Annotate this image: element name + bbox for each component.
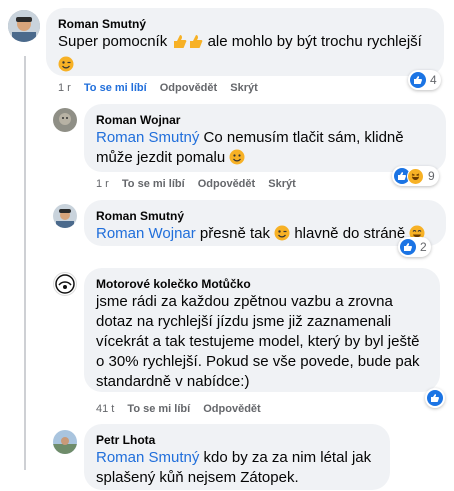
thread-line: [24, 56, 26, 470]
mention-link[interactable]: Roman Wojnar: [96, 225, 196, 242]
thumbs-up-emoji-icon: [171, 33, 187, 55]
reaction-count: 9: [428, 169, 435, 183]
reaction-count: 2: [420, 240, 427, 254]
comment-bubble: Roman Smutný Super pomocník ale mohlo by…: [46, 8, 444, 76]
avatar[interactable]: [53, 204, 77, 228]
avatar-photo-icon: [8, 10, 40, 42]
page-logo-icon: [55, 274, 75, 294]
thumbs-up-emoji-icon: [187, 33, 203, 55]
reaction-summary[interactable]: 4: [408, 70, 441, 90]
wink-emoji-icon: [58, 56, 74, 78]
comment-bubble: Roman Smutný Roman Wojnar přesně tak hla…: [84, 200, 446, 246]
like-icon: [400, 239, 416, 255]
comment-author[interactable]: Petr Lhota: [96, 432, 378, 448]
like-icon: [427, 390, 443, 406]
like-button[interactable]: To se mi líbí: [84, 82, 147, 94]
reaction-count: 4: [430, 73, 437, 87]
comment-text: Roman Smutný kdo by za za nim létal jak …: [96, 449, 372, 486]
reply-button[interactable]: Odpovědět: [203, 403, 260, 415]
mention-link[interactable]: Roman Smutný: [96, 129, 199, 146]
reaction-summary[interactable]: 2: [398, 237, 431, 257]
comment-text: jsme rádi za každou zpětnou vazbu a zrov…: [96, 293, 420, 390]
reaction-summary[interactable]: 9: [392, 166, 439, 186]
comment-actions: 1 r To se mi líbí Odpovědět Skrýt: [58, 82, 268, 94]
comment-author[interactable]: Roman Wojnar: [96, 112, 434, 128]
avatar-photo-icon: [53, 108, 77, 132]
hide-button[interactable]: Skrýt: [230, 82, 258, 94]
avatar-photo-icon: [53, 430, 77, 454]
reaction-summary[interactable]: [425, 388, 445, 408]
comment-text: Super pomocník ale mohlo by být trochu r…: [58, 32, 432, 78]
comment-text: Roman Smutný Co nemusím tlačit sám, klid…: [96, 128, 434, 171]
like-button[interactable]: To se mi líbí: [127, 403, 190, 415]
reply-button[interactable]: Odpovědět: [198, 178, 255, 190]
like-icon: [410, 72, 426, 88]
avatar[interactable]: [53, 430, 77, 454]
haha-icon: [407, 167, 424, 185]
like-button[interactable]: To se mi líbí: [122, 178, 185, 190]
comment-author[interactable]: Roman Smutný: [58, 16, 432, 32]
avatar[interactable]: [53, 108, 77, 132]
comment-age[interactable]: 1 r: [58, 82, 71, 94]
reply-button[interactable]: Odpovědět: [160, 82, 217, 94]
avatar[interactable]: [8, 10, 40, 42]
wink-emoji-icon: [274, 225, 290, 247]
comment-actions: 41 t To se mi líbí Odpovědět: [96, 403, 271, 415]
comment-age[interactable]: 41 t: [96, 403, 114, 415]
comment-bubble: Motorové kolečko Motůčko jsme rádi za ka…: [84, 268, 440, 392]
avatar-photo-icon: [53, 204, 77, 228]
comment-bubble: Petr Lhota Roman Smutný kdo by za za nim…: [84, 424, 390, 490]
comment-author[interactable]: Roman Smutný: [96, 208, 434, 224]
comment-age[interactable]: 1 r: [96, 178, 109, 190]
comment-actions: 1 r To se mi líbí Odpovědět Skrýt: [96, 178, 306, 190]
avatar[interactable]: [53, 272, 77, 296]
comment-text: Roman Wojnar přesně tak hlavně do stráně: [96, 224, 434, 247]
mention-link[interactable]: Roman Smutný: [96, 449, 199, 466]
hide-button[interactable]: Skrýt: [268, 178, 296, 190]
comment-author[interactable]: Motorové kolečko Motůčko: [96, 276, 428, 292]
comment-bubble: Roman Wojnar Roman Smutný Co nemusím tla…: [84, 104, 446, 172]
smile-emoji-icon: [229, 149, 245, 171]
